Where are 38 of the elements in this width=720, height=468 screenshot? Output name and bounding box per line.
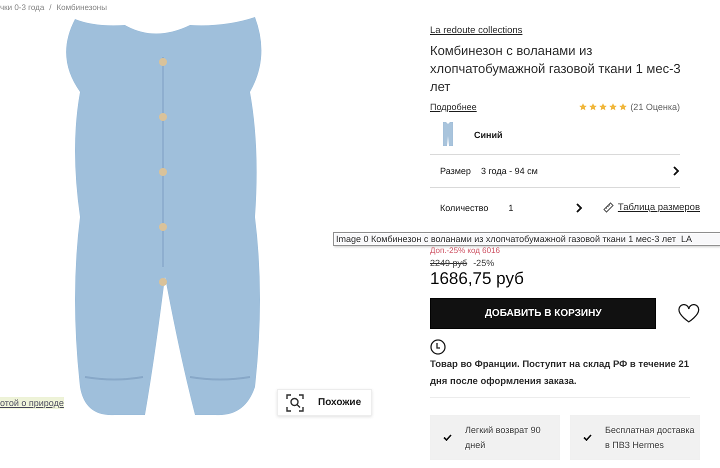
size-value[interactable]: 3 года - 94 см bbox=[480, 166, 538, 176]
benefit-text: Бесплатная доставка в ПВЗ Hermes bbox=[605, 424, 696, 452]
brand-link[interactable]: La redoute collections bbox=[430, 25, 700, 36]
breadcrumb-separator: / bbox=[49, 3, 52, 14]
details-link[interactable]: Подробнее bbox=[430, 102, 477, 112]
heart-icon[interactable] bbox=[678, 304, 700, 323]
check-icon bbox=[583, 434, 592, 441]
similar-button[interactable]: Похожие bbox=[277, 389, 372, 416]
star-icon bbox=[619, 103, 628, 111]
chevron-right-icon[interactable] bbox=[576, 202, 583, 212]
photo-caption-link[interactable]: отой о природе bbox=[0, 396, 64, 408]
quantity-value[interactable]: 1 bbox=[508, 202, 514, 212]
color-name: Синий bbox=[474, 130, 503, 140]
star-icon bbox=[609, 103, 618, 111]
product-title: Комбинезон с воланами из хлопчатобумажной газовой ткани 1 мес-3 лет bbox=[430, 42, 682, 96]
star-icon bbox=[589, 103, 598, 111]
benefit-text: Легкий возврат 90 дней bbox=[465, 424, 542, 452]
clock-icon bbox=[430, 339, 446, 355]
color-swatch[interactable] bbox=[442, 122, 454, 148]
add-to-cart-button[interactable]: ДОБАВИТЬ В КОРЗИНУ bbox=[430, 298, 656, 329]
breadcrumb-link[interactable]: чки 0-3 года bbox=[0, 3, 44, 17]
breadcrumb-link[interactable]: Комбинезоны bbox=[56, 3, 107, 17]
tooltip: Image 0 Комбинезон с воланами из хлопчатобумажной газовой ткани 1 мес-3 лет LA bbox=[333, 232, 720, 246]
size-chart-link[interactable]: Таблица размеров bbox=[618, 202, 700, 213]
size-label: Размер bbox=[440, 166, 471, 176]
rating-count: (21 Оценка) bbox=[630, 102, 680, 112]
star-icon bbox=[579, 103, 588, 111]
quantity-label: Количество bbox=[440, 202, 488, 212]
old-price: 2249 руб bbox=[430, 258, 468, 268]
chevron-right-icon[interactable] bbox=[673, 166, 680, 176]
delivery-note: Товар во Франции. Поступит на склад РФ в течение 21 дня после оформления заказа. bbox=[430, 356, 690, 398]
promo-code: Доп.-25% код 6016 bbox=[430, 246, 501, 255]
discount: -25% bbox=[473, 258, 494, 268]
star-icon bbox=[599, 103, 608, 111]
check-icon bbox=[443, 434, 452, 441]
visual-search-icon bbox=[286, 394, 304, 412]
price: 1686,75 руб bbox=[430, 269, 525, 289]
ruler-icon bbox=[602, 202, 614, 213]
